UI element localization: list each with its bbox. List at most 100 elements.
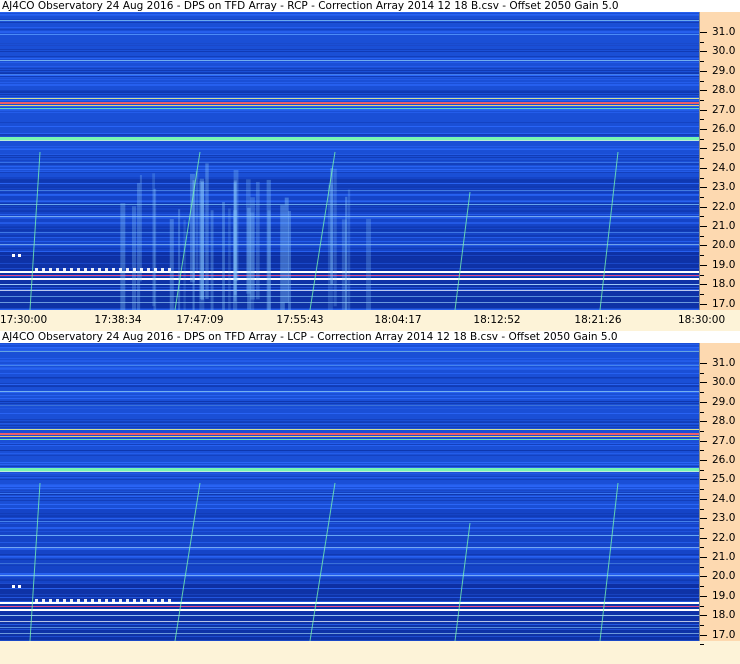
top-frequency-axis: 31.0 30.0 29.0 28.0 27.0 26.0 25.0 24.0 23.0 22.0…: [699, 12, 740, 315]
noise-row: [0, 557, 699, 558]
dot-marker: [168, 268, 171, 271]
freq-label: 27.0: [712, 434, 736, 447]
interference-line: [0, 606, 699, 607]
noise-row: [0, 477, 699, 478]
dot-marker: [140, 599, 143, 602]
noise-row: [0, 45, 699, 46]
noise-row: [0, 368, 699, 369]
noise-row: [0, 49, 699, 50]
freq-minor-tick: [700, 274, 704, 276]
dot-marker: [98, 599, 101, 602]
interference-line: [0, 140, 699, 141]
noise-row: [0, 358, 699, 359]
interference-line: [0, 471, 699, 472]
freq-label: 30.0: [712, 376, 736, 389]
freq-tick: [700, 284, 707, 286]
noise-row: [0, 444, 699, 445]
noise-row: [0, 146, 699, 147]
interference-line: [0, 365, 699, 366]
noise-row: [0, 373, 699, 374]
burst-streak: [210, 210, 214, 310]
noise-row: [0, 182, 699, 183]
noise-row: [0, 520, 699, 521]
noise-row: [0, 383, 699, 384]
time-axis: 17:30:00 17:38:34 17:47:09 17:55:43 18:04:17…: [0, 310, 740, 330]
dot-marker: [147, 599, 150, 602]
freq-minor-tick: [700, 158, 704, 160]
interference-line: [0, 575, 699, 576]
interference-line: [0, 602, 699, 604]
interference-line: [0, 102, 699, 104]
noise-row: [0, 361, 699, 362]
freq-tick: [700, 148, 707, 150]
dot-marker: [105, 268, 108, 271]
noise-row: [0, 122, 699, 123]
noise-row: [0, 462, 699, 463]
noise-row: [0, 100, 699, 101]
noise-row: [0, 534, 699, 535]
burst-streak: [341, 219, 347, 310]
noise-row: [0, 640, 699, 641]
noise-row: [0, 450, 699, 451]
burst-streak: [222, 201, 225, 310]
freq-minor-tick: [700, 196, 704, 198]
freq-label: 19.0: [712, 589, 736, 602]
dot-marker: [119, 599, 122, 602]
interference-line: [0, 351, 699, 352]
noise-row: [0, 181, 699, 182]
freq-label: 28.0: [712, 84, 736, 97]
freq-minor-tick: [700, 508, 704, 510]
noise-row: [0, 66, 699, 67]
freq-minor-tick: [700, 527, 704, 529]
noise-row: [0, 467, 699, 468]
freq-tick: [700, 518, 707, 520]
noise-row: [0, 68, 699, 69]
noise-row: [0, 360, 699, 361]
noise-row: [0, 377, 699, 378]
noise-row: [0, 367, 699, 368]
noise-row: [0, 583, 699, 584]
noise-row: [0, 565, 699, 566]
interference-line: [0, 615, 699, 616]
freq-label: 31.0: [712, 26, 736, 38]
noise-row: [0, 157, 699, 158]
noise-row: [0, 51, 699, 52]
freq-tick: [700, 51, 707, 53]
interference-line: [0, 105, 699, 106]
freq-minor-tick: [700, 450, 704, 452]
burst-streak: [267, 210, 271, 310]
noise-row: [0, 518, 699, 519]
freq-tick: [700, 264, 707, 266]
noise-row: [0, 90, 699, 91]
time-label: 17:30:00: [0, 314, 48, 326]
noise-row: [0, 401, 699, 402]
noise-row: [0, 531, 699, 532]
noise-row: [0, 479, 699, 480]
dot-marker: [70, 599, 73, 602]
interference-line: [0, 429, 699, 430]
noise-row: [0, 77, 699, 78]
noise-row: [0, 556, 699, 557]
burst-streak: [333, 168, 337, 307]
dot-marker: [126, 599, 129, 602]
interference-line: [0, 74, 699, 75]
noise-row: [0, 72, 699, 73]
noise-row: [0, 133, 699, 134]
noise-row: [0, 106, 699, 107]
noise-row: [0, 548, 699, 549]
interference-line: [0, 621, 699, 622]
time-label: 18:12:52: [473, 314, 521, 326]
time-label: 17:55:43: [276, 314, 324, 326]
dot-marker: [140, 268, 143, 271]
interference-line: [0, 405, 699, 406]
noise-row: [0, 12, 699, 13]
interference-line: [0, 162, 699, 163]
noise-row: [0, 579, 699, 580]
noise-row: [0, 19, 699, 20]
interference-line: [0, 436, 699, 437]
noise-row: [0, 184, 699, 185]
noise-row: [0, 154, 699, 155]
freq-tick: [700, 634, 707, 636]
noise-row: [0, 523, 699, 524]
time-label: 17:47:09: [176, 314, 224, 326]
